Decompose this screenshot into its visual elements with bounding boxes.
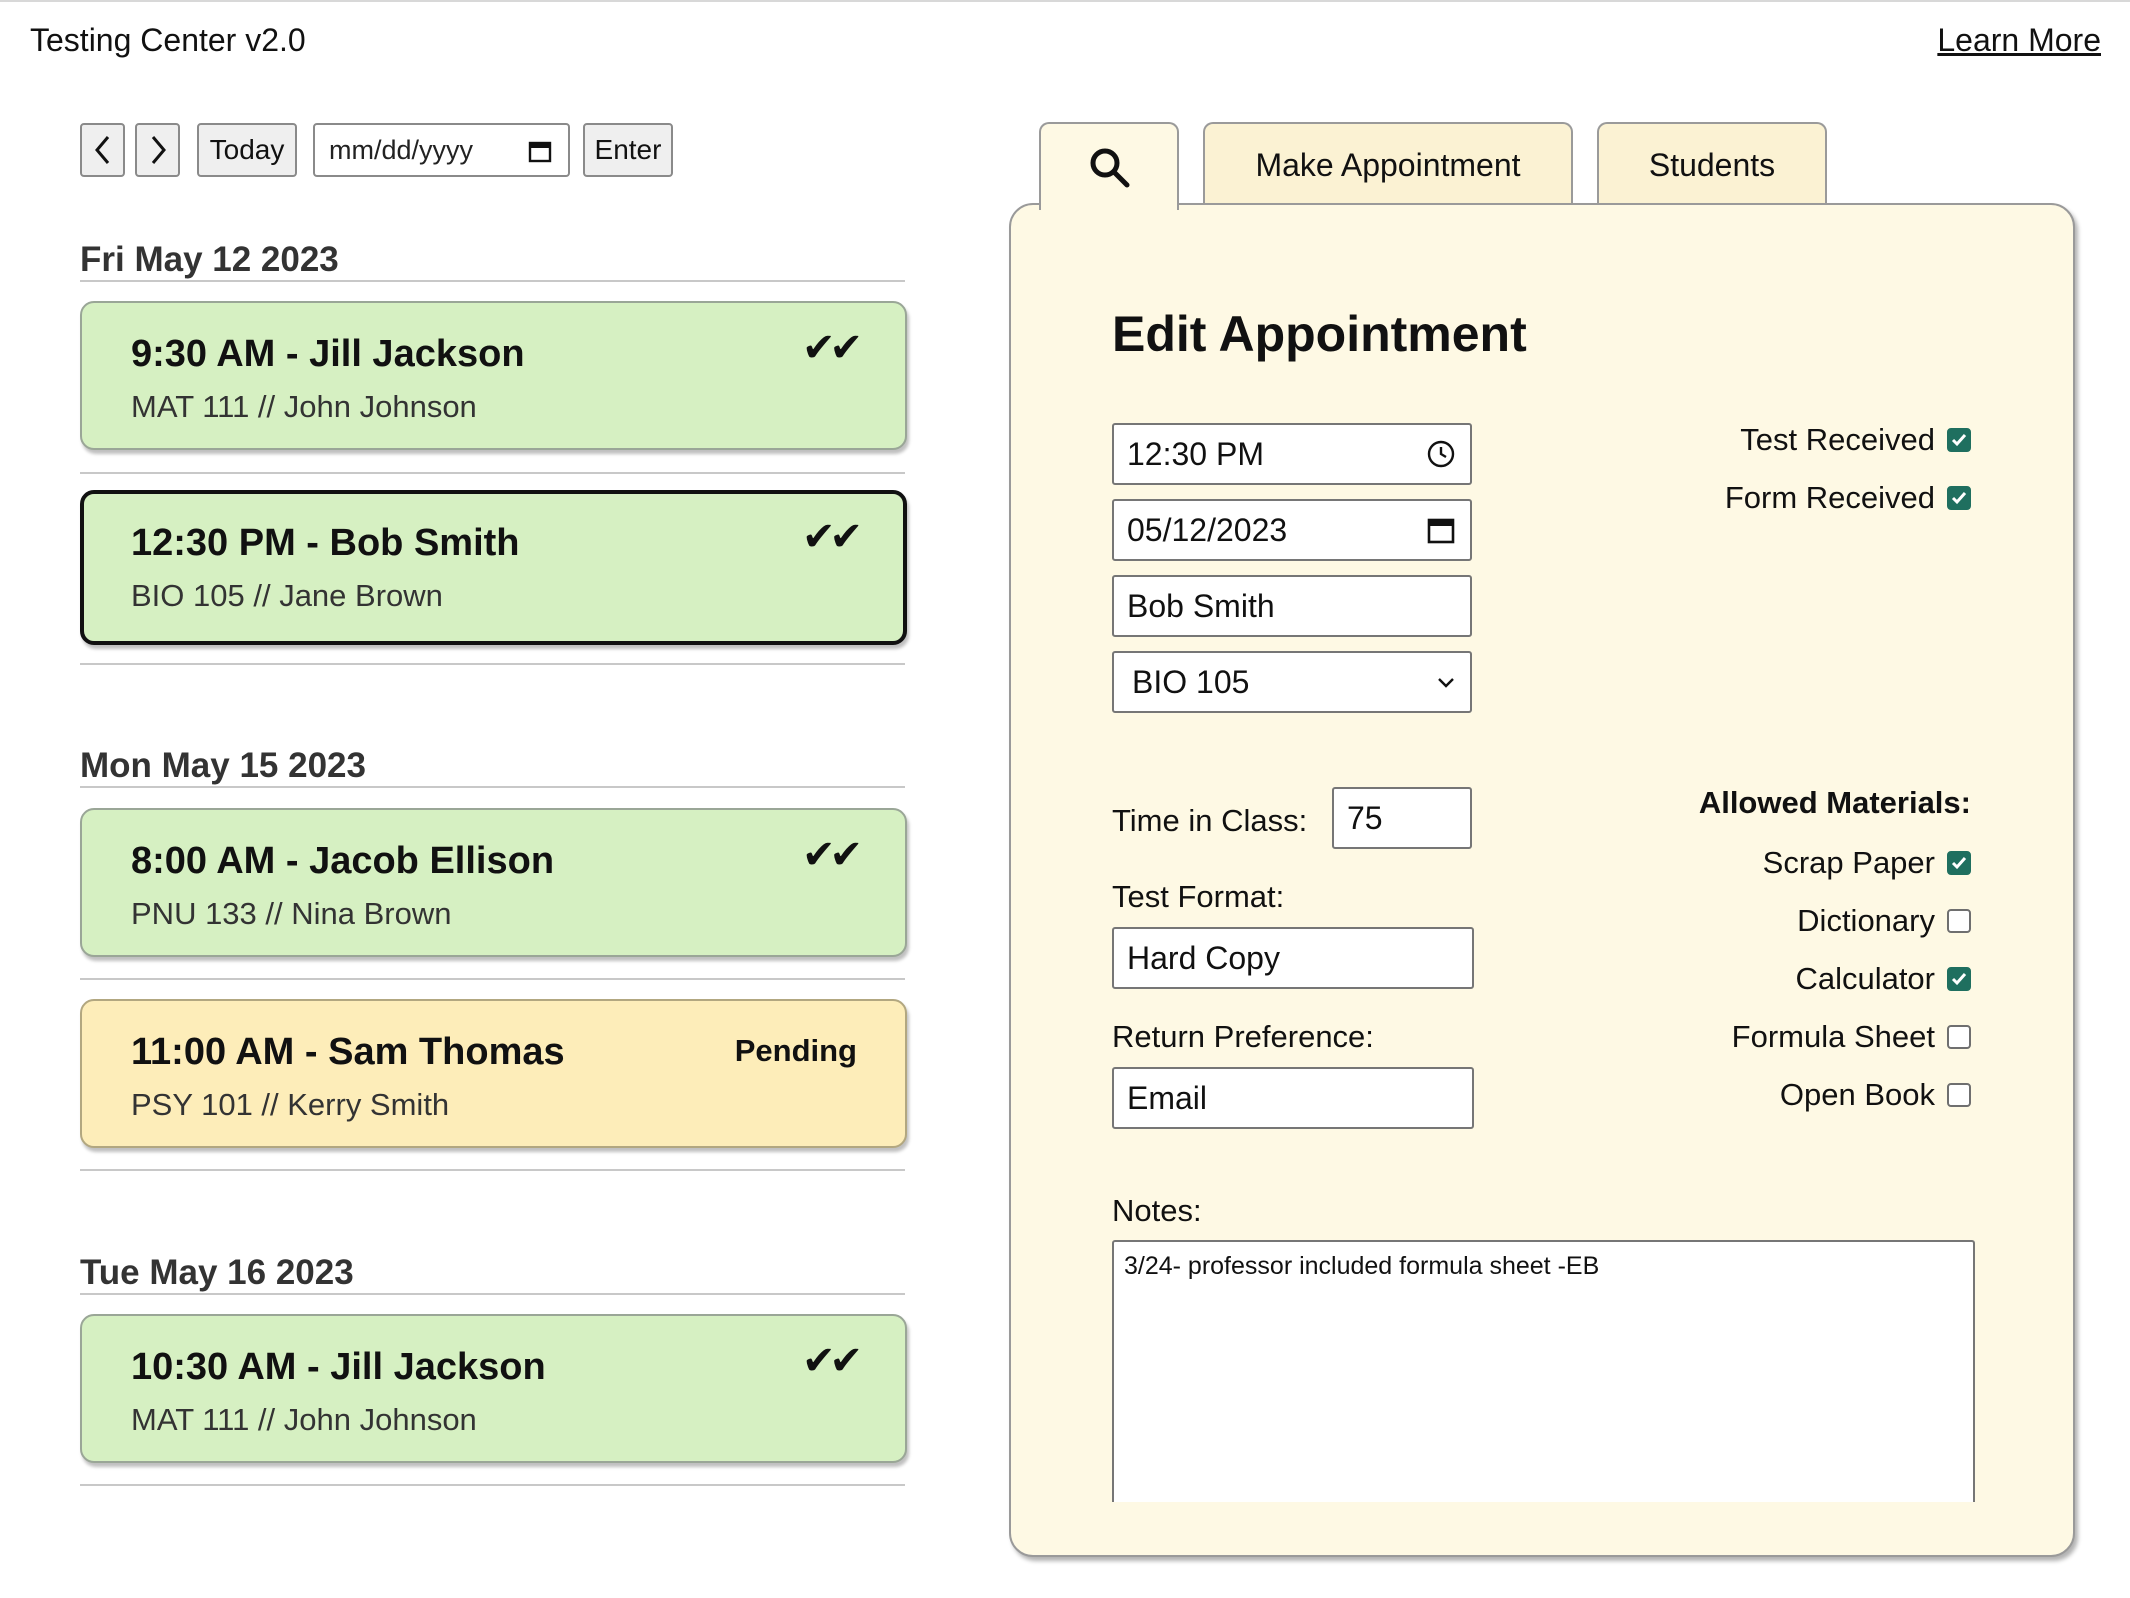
- divider: [80, 472, 905, 474]
- pending-status-label: Pending: [734, 1033, 857, 1068]
- divider: [80, 663, 905, 665]
- chevron-left-icon: [94, 136, 109, 164]
- form-received-checkbox[interactable]: [1947, 486, 1971, 510]
- form-received-row: Form Received: [1725, 478, 1971, 518]
- double-check-icon: ✔✔: [801, 326, 863, 370]
- appointment-card[interactable]: 11:00 AM - Sam Thomas PSY 101 // Kerry S…: [80, 999, 907, 1148]
- test-received-row: Test Received: [1740, 420, 1971, 460]
- divider: [80, 786, 905, 788]
- chevron-right-icon: [151, 136, 166, 164]
- return-preference-input[interactable]: Email: [1112, 1067, 1474, 1129]
- time-input[interactable]: 12:30 PM: [1112, 423, 1472, 485]
- double-check-icon: ✔✔: [801, 1339, 863, 1383]
- panel-title: Edit Appointment: [1112, 306, 1527, 362]
- material-row: Calculator: [1795, 959, 1971, 999]
- today-button[interactable]: Today: [197, 123, 297, 177]
- form-received-label: Form Received: [1724, 480, 1935, 515]
- divider: [80, 280, 905, 282]
- edit-appointment-panel: Edit Appointment 12:30 PM 05/12/2023 Bob…: [1009, 203, 2075, 1557]
- checkmark-icon: [1951, 492, 1967, 505]
- previous-day-button[interactable]: [80, 123, 125, 177]
- calendar-icon[interactable]: [1426, 515, 1456, 545]
- material-row: Scrap Paper: [1763, 843, 1971, 883]
- appointment-subtitle: MAT 111 // John Johnson: [131, 1402, 477, 1437]
- checkmark-icon: [1951, 973, 1967, 986]
- chevron-down-icon: [1438, 678, 1454, 688]
- formula-sheet-checkbox[interactable]: [1947, 1025, 1971, 1049]
- test-format-input[interactable]: Hard Copy: [1112, 927, 1474, 989]
- app-title: Testing Center v2.0: [30, 22, 306, 58]
- course-value: BIO 105: [1132, 663, 1250, 700]
- divider: [80, 978, 905, 980]
- test-received-checkbox[interactable]: [1947, 428, 1971, 452]
- date-input[interactable]: 05/12/2023: [1112, 499, 1472, 561]
- test-received-label: Test Received: [1740, 422, 1935, 457]
- learn-more-link[interactable]: Learn More: [1937, 22, 2101, 59]
- appointment-card[interactable]: 9:30 AM - Jill Jackson MAT 111 // John J…: [80, 301, 907, 450]
- material-row: Dictionary: [1797, 901, 1971, 941]
- checkmark-icon: [1951, 857, 1967, 870]
- calendar-icon[interactable]: [528, 139, 552, 163]
- open-book-checkbox[interactable]: [1947, 1083, 1971, 1107]
- material-label: Scrap Paper: [1762, 845, 1935, 880]
- divider: [80, 1293, 905, 1295]
- time-in-class-value: 75: [1347, 799, 1383, 836]
- tab-search[interactable]: [1039, 122, 1179, 210]
- day-header: Mon May 15 2023: [80, 746, 366, 785]
- time-in-class-input[interactable]: 75: [1332, 787, 1472, 849]
- day-header: Fri May 12 2023: [80, 240, 339, 279]
- material-row: Open Book: [1780, 1075, 1971, 1115]
- notes-textarea[interactable]: 3/24- professor included formula sheet -…: [1112, 1240, 1975, 1502]
- calculator-checkbox[interactable]: [1947, 967, 1971, 991]
- material-label: Dictionary: [1797, 903, 1935, 938]
- material-label: Formula Sheet: [1731, 1019, 1935, 1054]
- day-header: Tue May 16 2023: [80, 1253, 354, 1292]
- student-name-value: Bob Smith: [1127, 587, 1275, 624]
- time-in-class-label: Time in Class:: [1112, 803, 1308, 838]
- appointment-title: 12:30 PM - Bob Smith: [131, 522, 520, 564]
- student-name-input[interactable]: Bob Smith: [1112, 575, 1472, 637]
- time-value: 12:30 PM: [1127, 435, 1264, 472]
- material-label: Calculator: [1795, 961, 1935, 996]
- date-value: 05/12/2023: [1127, 511, 1288, 548]
- appointment-title: 9:30 AM - Jill Jackson: [131, 333, 525, 375]
- scrap-paper-checkbox[interactable]: [1947, 851, 1971, 875]
- appointment-title: 11:00 AM - Sam Thomas: [131, 1031, 565, 1073]
- test-format-value: Hard Copy: [1127, 939, 1280, 976]
- enter-button[interactable]: Enter: [583, 123, 673, 177]
- dictionary-checkbox[interactable]: [1947, 909, 1971, 933]
- divider: [80, 1169, 905, 1171]
- return-preference-value: Email: [1127, 1079, 1208, 1116]
- appointment-subtitle: BIO 105 // Jane Brown: [131, 578, 443, 613]
- double-check-icon: ✔✔: [801, 515, 863, 559]
- date-placeholder: mm/dd/yyyy: [329, 134, 474, 165]
- material-label: Open Book: [1779, 1077, 1935, 1112]
- checkmark-icon: [1951, 434, 1967, 447]
- clock-icon[interactable]: [1426, 439, 1456, 469]
- appointment-card[interactable]: 8:00 AM - Jacob Ellison PNU 133 // Nina …: [80, 808, 907, 957]
- appointment-card-selected[interactable]: 12:30 PM - Bob Smith BIO 105 // Jane Bro…: [80, 490, 907, 645]
- double-check-icon: ✔✔: [801, 833, 863, 877]
- appointment-subtitle: PSY 101 // Kerry Smith: [131, 1087, 450, 1122]
- tab-students[interactable]: Students: [1597, 122, 1827, 206]
- search-icon: [1090, 148, 1130, 188]
- top-border: [0, 0, 2130, 2]
- tab-make-appointment[interactable]: Make Appointment: [1203, 122, 1573, 206]
- material-row: Formula Sheet: [1732, 1017, 1971, 1057]
- appointment-subtitle: PNU 133 // Nina Brown: [131, 896, 452, 931]
- appointment-card[interactable]: 10:30 AM - Jill Jackson MAT 111 // John …: [80, 1314, 907, 1463]
- appointment-subtitle: MAT 111 // John Johnson: [131, 389, 477, 424]
- appointment-title: 8:00 AM - Jacob Ellison: [131, 840, 555, 882]
- notes-label: Notes:: [1112, 1193, 1202, 1228]
- return-preference-label: Return Preference:: [1112, 1019, 1374, 1054]
- allowed-materials-heading: Allowed Materials:: [1698, 785, 1971, 820]
- course-select[interactable]: BIO 105: [1112, 651, 1472, 713]
- date-picker-input[interactable]: mm/dd/yyyy: [313, 123, 570, 177]
- divider: [80, 1484, 905, 1486]
- next-day-button[interactable]: [135, 123, 180, 177]
- appointment-title: 10:30 AM - Jill Jackson: [131, 1346, 546, 1388]
- test-format-label: Test Format:: [1112, 879, 1285, 914]
